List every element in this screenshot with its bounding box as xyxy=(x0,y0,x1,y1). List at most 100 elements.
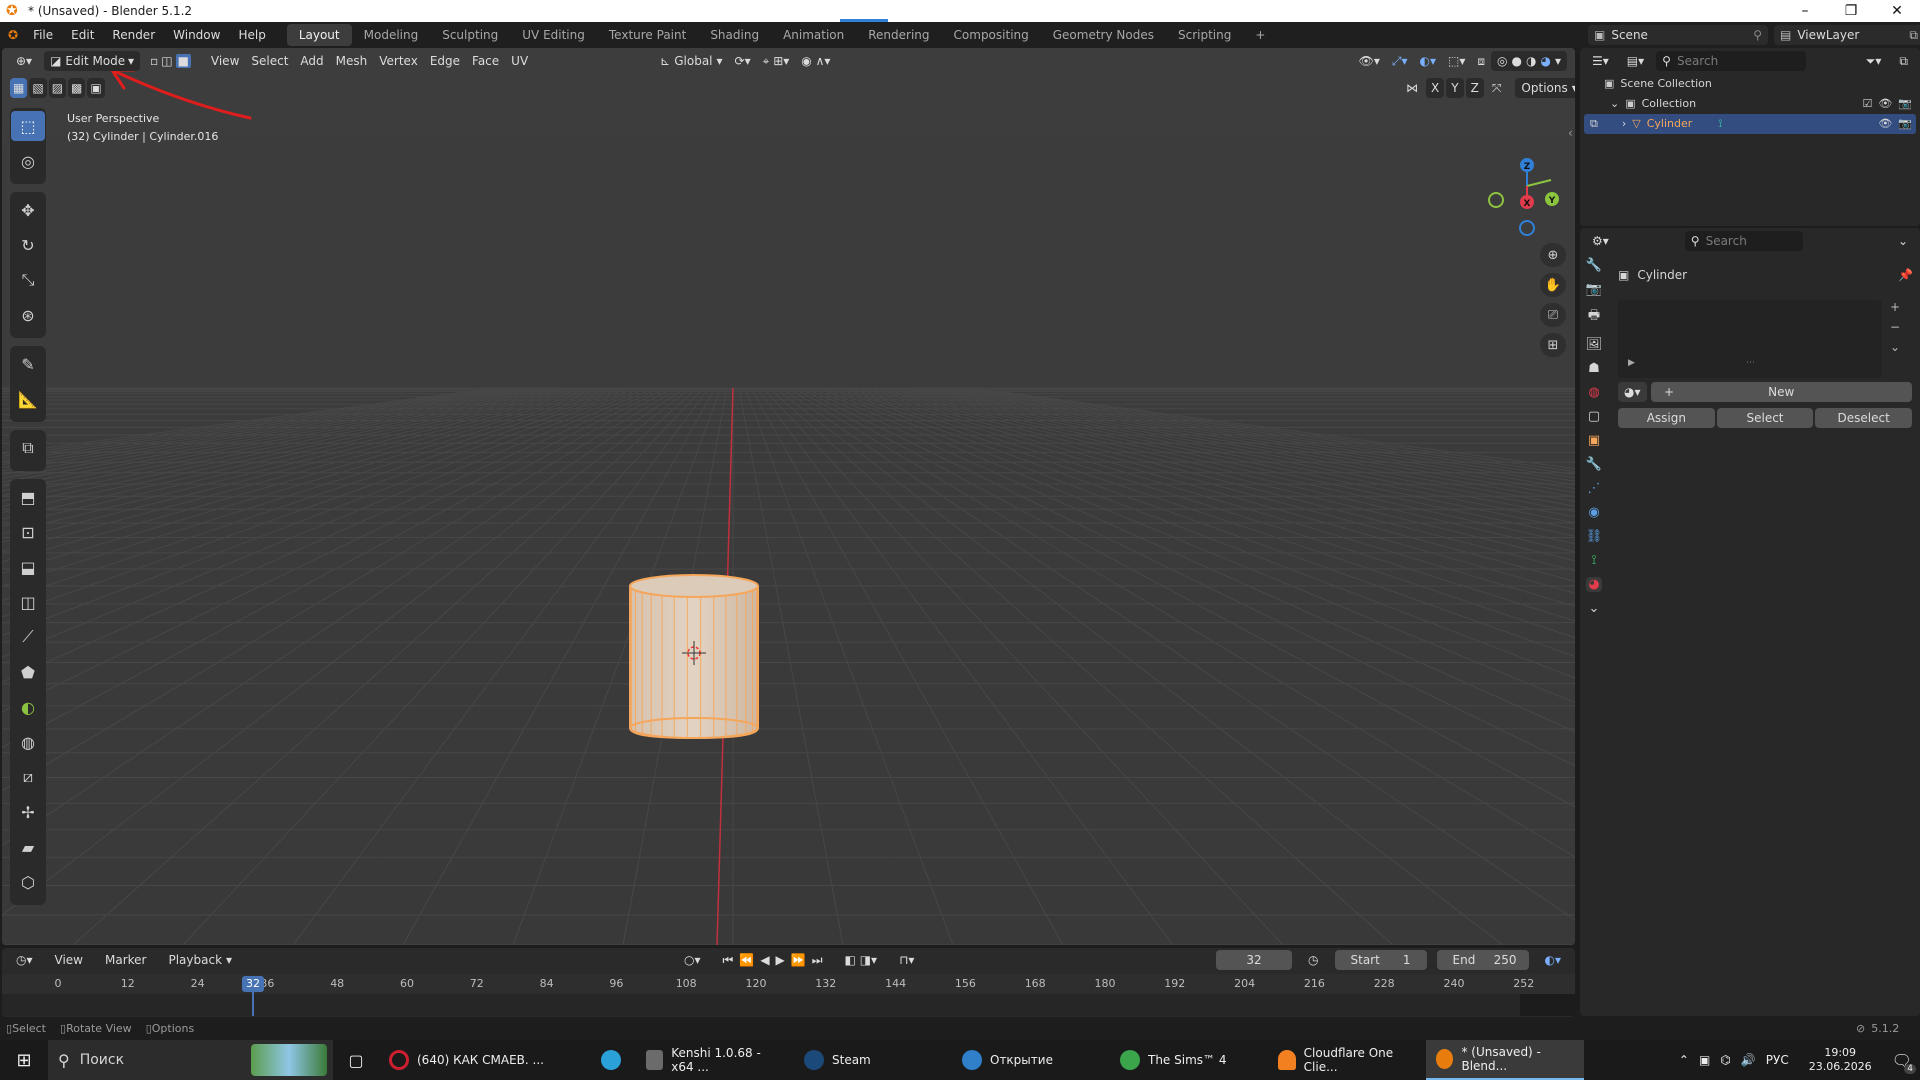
spin-tool-icon[interactable]: ◐ xyxy=(11,692,45,722)
loop-cut-tool-icon[interactable]: ◫ xyxy=(11,587,45,617)
tab-uv-editing[interactable]: UV Editing xyxy=(510,24,597,46)
xray-icon[interactable]: ⧈ xyxy=(1471,51,1491,71)
minimize-button[interactable]: – xyxy=(1782,0,1828,22)
face-select-icon[interactable]: ■ xyxy=(175,54,191,68)
collection-tab-icon[interactable]: ▢ xyxy=(1588,409,1600,424)
select-box-tool-icon[interactable]: ⬚ xyxy=(11,111,45,141)
chevron-right-icon[interactable]: › xyxy=(1622,114,1626,134)
world-tab-icon[interactable]: ◍ xyxy=(1588,385,1599,400)
keying-set-icon[interactable]: ⊓▾ xyxy=(893,950,920,970)
chevron-down-icon[interactable]: ⌄ xyxy=(1890,340,1900,354)
mode-selector[interactable]: ◪ Edit Mode ▾ xyxy=(44,51,141,71)
eye-icon[interactable]: 👁 xyxy=(1878,114,1892,134)
solid-shading-icon[interactable]: ● xyxy=(1512,54,1522,68)
sidebar-toggle-icon[interactable]: ‹ xyxy=(1568,126,1573,140)
menu-window[interactable]: Window xyxy=(164,22,229,48)
extrude-tool-icon[interactable]: ⬒ xyxy=(11,482,45,512)
view-options-icon[interactable]: ◐▾ xyxy=(1539,950,1568,970)
menu-edit[interactable]: Edit xyxy=(62,22,103,48)
edge-select-icon[interactable]: ◫ xyxy=(161,54,172,68)
rip-region-tool-icon[interactable]: ⬡ xyxy=(11,867,45,897)
chevron-down-icon[interactable]: ⌄ xyxy=(1610,94,1619,114)
display-mode-icon[interactable]: ▤▾ xyxy=(1621,51,1650,71)
chevron-up-icon[interactable]: ⌃ xyxy=(1679,1053,1689,1067)
taskbar-app-steam[interactable]: Steam xyxy=(794,1040,952,1080)
chevron-down-icon[interactable]: ⌄ xyxy=(1589,601,1600,616)
taskbar-app-cloudflare[interactable]: Cloudflare One Clie... xyxy=(1268,1040,1426,1080)
jump-end-icon[interactable]: ⏭ xyxy=(812,953,823,968)
network-icon[interactable]: ⌬ xyxy=(1720,1053,1730,1067)
task-view-icon[interactable]: ▢ xyxy=(333,1040,379,1080)
move-tool-icon[interactable]: ✥ xyxy=(11,195,45,225)
mirror-x[interactable]: X xyxy=(1426,78,1445,98)
deselect-button[interactable]: Deselect xyxy=(1815,408,1913,428)
gizmo-toggle-icon[interactable]: ⤢▾ xyxy=(1386,51,1414,71)
autokey-icon[interactable]: ○▾ xyxy=(678,950,707,970)
tab-rendering[interactable]: Rendering xyxy=(856,24,941,46)
taskbar-search[interactable]: ⚲ Поиск xyxy=(48,1040,333,1080)
taskbar-app-steam-login[interactable]: Открытие xyxy=(952,1040,1110,1080)
blender-menu-icon[interactable]: ✪ xyxy=(0,22,24,48)
annotate-tool-icon[interactable]: ✎ xyxy=(11,349,45,379)
frame-ruler[interactable]: 0 12 24 36 48 60 72 84 96 108 120 132 144 156 168 180 19… xyxy=(2,974,1575,994)
menu-select[interactable]: Select xyxy=(245,51,294,71)
properties-search[interactable]: ⚲ Search xyxy=(1684,231,1803,251)
viewlayer-selector[interactable]: ▤ ViewLayer ⧉ xyxy=(1774,25,1920,45)
poly-build-tool-icon[interactable]: ⬟ xyxy=(11,657,45,687)
tab-texture-paint[interactable]: Texture Paint xyxy=(597,24,698,46)
tree-row-scene-collection[interactable]: ▣ Scene Collection xyxy=(1580,74,1920,94)
select-extend-icon[interactable]: ▧ xyxy=(29,78,47,98)
timeline-menu-view[interactable]: View xyxy=(49,950,89,970)
mirror-icon[interactable]: ⋈ xyxy=(1400,78,1424,98)
menu-help[interactable]: Help xyxy=(229,22,274,48)
menu-view[interactable]: View xyxy=(205,51,245,71)
render-tab-icon[interactable]: 📷 xyxy=(1586,282,1602,297)
keyframe-area[interactable] xyxy=(2,994,1575,1016)
restore-button[interactable]: ❐ xyxy=(1828,0,1874,22)
browse-material-icon[interactable]: ◕▾ xyxy=(1618,382,1647,402)
pin-icon[interactable]: ⚲ xyxy=(1753,28,1762,42)
menu-vertex[interactable]: Vertex xyxy=(373,51,424,71)
inset-tool-icon[interactable]: ⊡ xyxy=(11,517,45,547)
resize-handle-icon[interactable]: ⋯ xyxy=(1746,358,1755,368)
chevron-down-icon[interactable]: ⌄ xyxy=(1892,231,1914,251)
scale-tool-icon[interactable]: ⤡ xyxy=(11,265,45,295)
bevel-tool-icon[interactable]: ⬓ xyxy=(11,552,45,582)
select-subtract-icon[interactable]: ▨ xyxy=(48,78,67,98)
measure-tool-icon[interactable]: 📐 xyxy=(11,384,45,414)
constraints-tab-icon[interactable]: ⛓ xyxy=(1586,529,1603,544)
new-material-button[interactable]: + New xyxy=(1650,382,1912,402)
filter-icon[interactable]: ⏷▾ xyxy=(1860,51,1888,71)
scene-tab-icon[interactable]: ☗ xyxy=(1588,361,1600,376)
menu-add[interactable]: Add xyxy=(294,51,329,71)
playhead-label[interactable]: 32 xyxy=(242,976,264,992)
jump-start-icon[interactable]: ⏮ xyxy=(723,953,734,968)
knife-tool-icon[interactable]: ⟋ xyxy=(11,622,45,652)
keying-icon[interactable]: ◧ ◨▾ xyxy=(839,950,884,970)
shear-tool-icon[interactable]: ▰ xyxy=(11,832,45,862)
cursor-tool-icon[interactable]: ◎ xyxy=(11,146,45,176)
add-cube-tool-icon[interactable]: ⧉ xyxy=(11,433,45,463)
end-frame-field[interactable]: End 250 xyxy=(1436,950,1529,970)
select-button[interactable]: Select xyxy=(1716,408,1814,428)
tab-shading[interactable]: Shading xyxy=(698,24,771,46)
volume-icon[interactable]: 🔊 xyxy=(1741,1053,1756,1067)
exclude-checkbox[interactable]: ☑ xyxy=(1862,94,1872,114)
taskbar-app-sims[interactable]: The Sims™ 4 xyxy=(1110,1040,1268,1080)
assign-button[interactable]: Assign xyxy=(1618,408,1715,428)
cylinder-mesh[interactable] xyxy=(629,574,759,740)
notifications-icon[interactable]: 🗨 4 xyxy=(1892,1051,1916,1074)
vertex-select-icon[interactable]: ▫ xyxy=(150,54,158,68)
select-new-icon[interactable]: ▦ xyxy=(10,78,28,98)
eye-icon[interactable]: 👁 xyxy=(1878,94,1892,114)
close-button[interactable]: ✕ xyxy=(1874,0,1920,22)
taskbar-app-telegram[interactable] xyxy=(586,1040,636,1080)
select-intersect-icon[interactable]: ▣ xyxy=(87,78,105,98)
menu-file[interactable]: File xyxy=(24,22,62,48)
pan-hand-icon[interactable]: ✋ xyxy=(1540,273,1566,297)
pin-icon[interactable]: 📌 xyxy=(1898,268,1913,282)
camera-tray-icon[interactable]: ▣ xyxy=(1699,1053,1710,1067)
editor-type-icon[interactable]: ☰▾ xyxy=(1586,51,1615,71)
current-frame-field[interactable]: 32 xyxy=(1216,950,1293,970)
windows-start-icon[interactable]: ⊞ xyxy=(0,1040,48,1080)
